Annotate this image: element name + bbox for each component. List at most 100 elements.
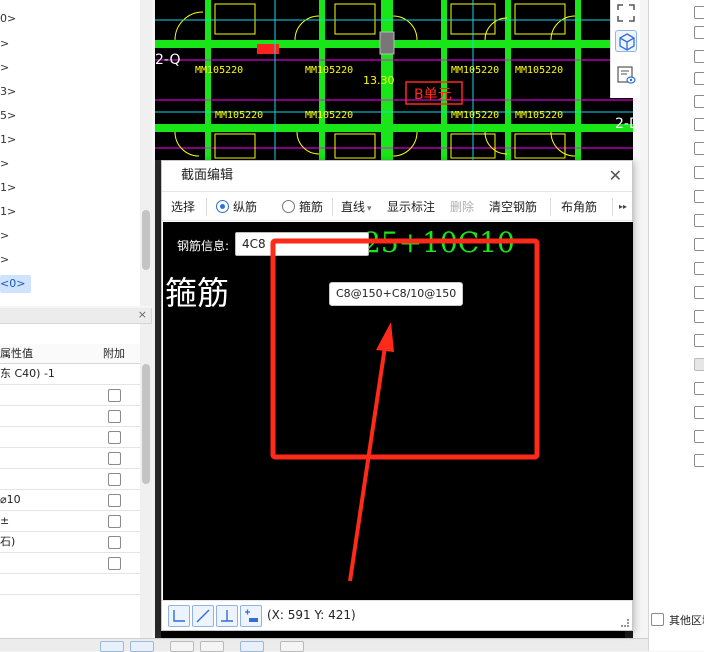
rebar-info-input[interactable]	[235, 232, 369, 256]
unit-label: B单元	[414, 87, 452, 103]
properties-header: ×	[0, 308, 151, 324]
option-checkbox[interactable]	[694, 142, 704, 155]
stirrup-radio[interactable]: 箍筋	[282, 192, 323, 222]
wall-column	[505, 0, 511, 160]
property-row[interactable]: 石)	[0, 532, 140, 553]
show-dimension-button[interactable]: 显示标注	[387, 192, 435, 222]
stirrup-label: 箍筋	[299, 200, 324, 214]
corner-rebar-button[interactable]: 布角筋	[561, 192, 597, 222]
select-button[interactable]: 选择	[171, 192, 195, 222]
tree-item[interactable]: 5>	[0, 107, 16, 125]
property-row[interactable]: ±	[0, 511, 140, 532]
dialog-title: 截面编辑	[181, 168, 234, 183]
ortho-icon[interactable]	[100, 641, 124, 652]
tree-item[interactable]: >	[0, 59, 9, 77]
option-checkbox[interactable]	[694, 26, 704, 39]
view-toolbar	[610, 0, 640, 98]
extra-checkbox[interactable]	[108, 410, 121, 423]
option-checkbox[interactable]	[694, 238, 704, 251]
other-area-checkbox[interactable]	[651, 613, 664, 626]
extra-checkbox[interactable]	[108, 389, 121, 402]
ortho-icon[interactable]	[168, 605, 190, 627]
property-row[interactable]	[0, 385, 140, 406]
scroll-thumb[interactable]	[142, 364, 150, 484]
delete-button[interactable]: 删除	[450, 192, 474, 222]
option-checkbox[interactable]	[694, 454, 704, 467]
grid-icon[interactable]	[240, 641, 264, 652]
tree-item[interactable]: 3>	[0, 83, 16, 101]
tree-item[interactable]: >	[0, 251, 9, 269]
property-row[interactable]	[0, 427, 140, 448]
other-area-label: 其他区域	[669, 614, 704, 627]
property-row[interactable]: 东 C40) -1	[0, 364, 140, 385]
more-icon[interactable]: ▸▸	[619, 192, 627, 222]
close-icon[interactable]: ✕	[609, 161, 622, 191]
property-row[interactable]	[0, 553, 140, 574]
option-checkbox-disabled[interactable]	[694, 358, 704, 371]
option-checkbox[interactable]	[694, 118, 704, 131]
property-row[interactable]	[0, 574, 140, 595]
axis-label: 2-Q	[155, 52, 181, 68]
tree-item[interactable]: 1>	[0, 131, 16, 149]
extra-checkbox[interactable]	[108, 431, 121, 444]
column-extra-header: 附加	[103, 347, 125, 360]
scroll-thumb[interactable]	[142, 210, 150, 270]
snap-icon[interactable]	[216, 605, 238, 627]
snap-icon[interactable]	[170, 641, 194, 652]
property-row[interactable]	[0, 406, 140, 427]
extra-checkbox[interactable]	[108, 557, 121, 570]
dialog-titlebar[interactable]: 截面编辑 ✕	[162, 161, 632, 191]
extra-checkbox[interactable]	[108, 494, 121, 507]
option-checkbox[interactable]	[694, 406, 704, 419]
extra-checkbox[interactable]	[108, 473, 121, 486]
longitudinal-radio[interactable]: 纵筋	[216, 192, 257, 222]
extra-checkbox[interactable]	[108, 452, 121, 465]
close-icon[interactable]: ×	[138, 308, 147, 321]
option-checkbox[interactable]	[694, 430, 704, 443]
option-checkbox[interactable]	[694, 334, 704, 347]
red-annotation	[270, 238, 540, 582]
layer-view-icon[interactable]	[615, 64, 637, 86]
cube-view-icon[interactable]	[615, 30, 637, 52]
tree-item[interactable]: >	[0, 155, 9, 173]
option-checkbox[interactable]	[694, 166, 704, 179]
tree-item[interactable]: 1>	[0, 203, 16, 221]
extra-checkbox[interactable]	[108, 515, 121, 528]
wall-column	[441, 0, 447, 160]
option-checkbox[interactable]	[694, 190, 704, 203]
door-label: MM105220	[451, 110, 499, 121]
tree-item[interactable]: 1>	[0, 179, 16, 197]
clear-rebar-button[interactable]: 清空钢筋	[489, 192, 537, 222]
toolbar-divider	[550, 198, 551, 216]
lineweight-icon[interactable]	[280, 641, 304, 652]
resize-grip-icon[interactable]	[621, 619, 629, 627]
option-checkbox[interactable]	[694, 382, 704, 395]
properties-scrollbar[interactable]	[140, 324, 152, 638]
polar-icon[interactable]	[130, 641, 154, 652]
option-checkbox[interactable]	[694, 262, 704, 275]
section-canvas[interactable]: 25+10C10 箍筋 钢筋信息: C8@150+C8/10@150	[163, 222, 633, 600]
option-checkbox[interactable]	[694, 95, 704, 108]
tree-item[interactable]: >	[0, 227, 9, 245]
fullscreen-icon[interactable]	[615, 2, 637, 24]
toolbar-divider	[206, 198, 207, 216]
property-row[interactable]	[0, 469, 140, 490]
dialog-statusbar: (X: 591 Y: 421)	[162, 600, 632, 630]
option-checkbox[interactable]	[694, 50, 704, 63]
dynamic-input-icon[interactable]	[200, 641, 224, 652]
property-row[interactable]	[0, 448, 140, 469]
property-row[interactable]: ⌀10	[0, 490, 140, 511]
option-checkbox[interactable]	[694, 72, 704, 85]
tree-item[interactable]: >	[0, 35, 9, 53]
option-checkbox[interactable]	[694, 286, 704, 299]
tree-item-selected[interactable]: <0>	[0, 275, 32, 293]
option-checkbox[interactable]	[694, 310, 704, 323]
tree-scrollbar[interactable]	[140, 0, 152, 306]
option-checkbox[interactable]	[694, 6, 704, 19]
tree-item[interactable]: 0>	[0, 10, 16, 28]
polar-icon[interactable]	[192, 605, 214, 627]
line-dropdown[interactable]: 直线 ▾	[341, 192, 372, 222]
extra-checkbox[interactable]	[108, 536, 121, 549]
dynamic-input-icon[interactable]	[240, 605, 262, 627]
option-checkbox[interactable]	[694, 214, 704, 227]
